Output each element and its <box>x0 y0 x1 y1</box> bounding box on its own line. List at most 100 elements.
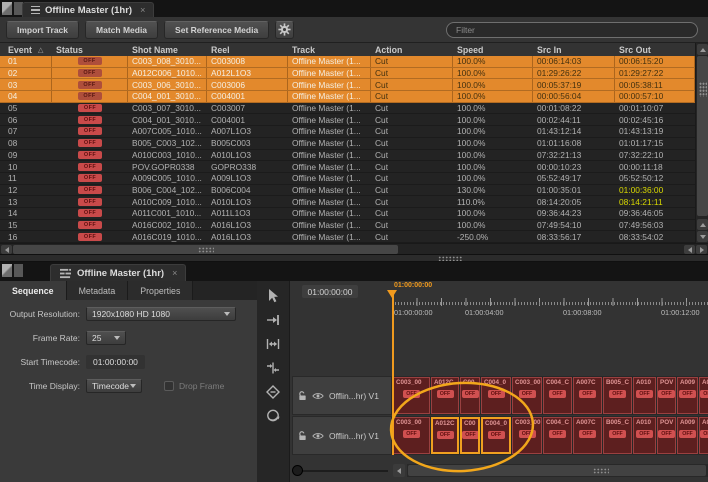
timeline-clip[interactable]: A0OFF <box>699 377 708 414</box>
column-header-src-out[interactable]: Src Out <box>615 45 695 55</box>
output-resolution-dropdown[interactable]: 1920x1080 HD 1080 <box>86 307 236 321</box>
timeline-clip[interactable]: C003_00OFF <box>393 377 430 414</box>
column-header-src-in[interactable]: Src In <box>533 45 615 55</box>
column-header-shot-name[interactable]: Shot Name <box>128 45 207 55</box>
column-header-track[interactable]: Track <box>288 45 371 55</box>
timeline-clip[interactable]: A012COFF <box>431 417 459 454</box>
time-display-dropdown[interactable]: Timecode <box>86 379 142 393</box>
event-cell: 16 <box>0 231 52 242</box>
table-row[interactable]: 07OFFA007C005_1010...A007L1O3Offline Mas… <box>0 126 695 138</box>
column-header-reel[interactable]: Reel <box>207 45 288 55</box>
scroll-left-button[interactable] <box>1 245 12 254</box>
pane-splitter[interactable] <box>0 254 708 262</box>
timeline-clip[interactable]: POVOFF <box>657 377 676 414</box>
toolbar-button-set-reference-media[interactable]: Set Reference Media <box>164 21 269 39</box>
toolbar-button-match-media[interactable]: Match Media <box>85 21 158 39</box>
timeline-clip[interactable]: A007COFF <box>573 417 602 454</box>
timeline-clip[interactable]: C004_COFF <box>543 417 572 454</box>
lock-icon[interactable] <box>298 391 307 401</box>
tab-offline-master-top[interactable]: Offline Master (1hr) × <box>22 2 154 17</box>
table-row[interactable]: 09OFFA010C003_1010...A010L1O3Offline Mas… <box>0 150 695 162</box>
table-row[interactable]: 06OFFC004_001_3010...C004001Offline Mast… <box>0 114 695 126</box>
start-timecode-field[interactable]: 01:00:00:00 <box>86 355 145 369</box>
column-header-event[interactable]: Event△ <box>0 45 52 55</box>
menu-icon[interactable] <box>31 6 40 15</box>
timeline-clip[interactable]: C003_00OFF <box>393 417 430 454</box>
speed-cell: 100.0% <box>453 103 533 114</box>
timeline-clip[interactable]: B005_COFF <box>603 417 632 454</box>
trim-tool[interactable] <box>260 332 286 355</box>
table-row[interactable]: 01OFFC003_008_3010...C003008Offline Mast… <box>0 56 695 68</box>
eye-icon[interactable] <box>312 392 324 400</box>
table-row[interactable]: 15OFFA016C002_1010...A016L1O3Offline Mas… <box>0 220 695 232</box>
table-row[interactable]: 02OFFA012C006_1010...A012L1O3Offline Mas… <box>0 68 695 80</box>
timeline-clip[interactable]: C004_COFF <box>543 377 572 414</box>
timeline-clip[interactable]: A012COFF <box>431 377 459 414</box>
select-tool[interactable] <box>260 284 286 307</box>
timeline-clip[interactable]: A010OFF <box>633 417 656 454</box>
timeline-scroll-thumb[interactable] <box>408 465 706 476</box>
clip-name: A009 <box>678 378 697 386</box>
timeline-clip[interactable]: C003_00OFF <box>512 377 542 414</box>
timeline-clip[interactable]: C004_0OFF <box>481 377 511 414</box>
lock-icon[interactable] <box>298 431 307 441</box>
table-row[interactable]: 14OFFA011C001_1010...A011L1O3Offline Mas… <box>0 208 695 220</box>
timeline-scroll-left-button[interactable] <box>393 464 405 477</box>
timeline-horizontal-scrollbar[interactable] <box>407 464 708 477</box>
table-row[interactable]: 03OFFC003_006_3010...C003006Offline Mast… <box>0 79 695 91</box>
table-row[interactable]: 11OFFA009C005_1010...A009L1O3Offline Mas… <box>0 173 695 185</box>
horizontal-scroll-thumb[interactable] <box>13 245 398 254</box>
filter-input[interactable] <box>446 22 698 38</box>
workspace-switcher-icon-bottom[interactable] <box>2 264 23 277</box>
vertical-scrollbar[interactable] <box>695 43 708 243</box>
timeline-zoom-slider[interactable] <box>300 470 388 472</box>
column-header-action[interactable]: Action <box>371 45 453 55</box>
timeline-clip[interactable]: POVOFF <box>657 417 676 454</box>
timeline-zoom-knob[interactable] <box>292 465 303 476</box>
horizontal-scrollbar[interactable] <box>0 243 708 254</box>
scroll-right-button[interactable] <box>696 245 707 254</box>
vertical-scroll-thumb[interactable] <box>697 56 708 216</box>
pan-zoom-globe-tool[interactable] <box>260 404 286 427</box>
timeline-clip[interactable]: A007COFF <box>573 377 602 414</box>
drop-frame-checkbox[interactable] <box>164 381 174 391</box>
clip-name: A007C <box>574 378 601 386</box>
column-header-status[interactable]: Status <box>52 45 128 55</box>
table-row[interactable]: 10OFFPOV.GOPR0338GOPRO338Offline Master … <box>0 161 695 173</box>
timeline-clip[interactable]: A010OFF <box>633 377 656 414</box>
razor-tool[interactable] <box>260 380 286 403</box>
close-icon[interactable]: × <box>172 268 177 278</box>
panel-tab-properties[interactable]: Properties <box>128 281 193 300</box>
timeline-clip[interactable]: C004_0OFF <box>481 417 511 454</box>
scroll-up-button-bottom[interactable] <box>697 219 708 230</box>
eye-icon[interactable] <box>312 432 324 440</box>
timeline-clip[interactable]: A009OFF <box>677 377 698 414</box>
extend-edit-tool[interactable] <box>260 308 286 331</box>
panel-tab-sequence[interactable]: Sequence <box>0 281 67 300</box>
timeline-clip[interactable]: C003_00OFF <box>512 417 542 454</box>
toolbar-button-import-track[interactable]: Import Track <box>6 21 79 39</box>
timeline-clip[interactable]: C00OFF <box>460 417 480 454</box>
timeline-clip[interactable]: C00OFF <box>460 377 480 414</box>
scroll-left-button-right[interactable] <box>684 245 695 254</box>
table-row[interactable]: 12OFFB006_C004_102...B006C004Offline Mas… <box>0 185 695 197</box>
options-gear-button[interactable] <box>275 21 294 39</box>
table-row[interactable]: 05OFFC003_007_3010...C003007Offline Mast… <box>0 103 695 115</box>
scroll-down-button[interactable] <box>697 231 708 242</box>
close-icon[interactable]: × <box>140 5 145 15</box>
status-cell: OFF <box>52 231 128 242</box>
timeline-clip[interactable]: A009OFF <box>677 417 698 454</box>
slip-slide-tool[interactable] <box>260 356 286 379</box>
timeline-clip[interactable]: B005_COFF <box>603 377 632 414</box>
frame-rate-dropdown[interactable]: 25 <box>86 331 126 345</box>
panel-tab-metadata[interactable]: Metadata <box>67 281 129 300</box>
tab-offline-master-bottom[interactable]: Offline Master (1hr) × <box>50 264 186 281</box>
table-row[interactable]: 04OFFC004_001_3010...C004001Offline Mast… <box>0 91 695 103</box>
scroll-up-button[interactable] <box>697 44 708 55</box>
workspace-switcher-icon[interactable] <box>2 2 23 15</box>
table-row[interactable]: 08OFFB005_C003_102...B005C003Offline Mas… <box>0 138 695 150</box>
table-row[interactable]: 13OFFA010C009_1010...A010L1O3Offline Mas… <box>0 196 695 208</box>
table-row[interactable]: 16OFFA016C019_1010...A016L1O3Offline Mas… <box>0 231 695 243</box>
column-header-speed[interactable]: Speed <box>453 45 533 55</box>
timeline-clip[interactable]: A0OFF <box>699 417 708 454</box>
